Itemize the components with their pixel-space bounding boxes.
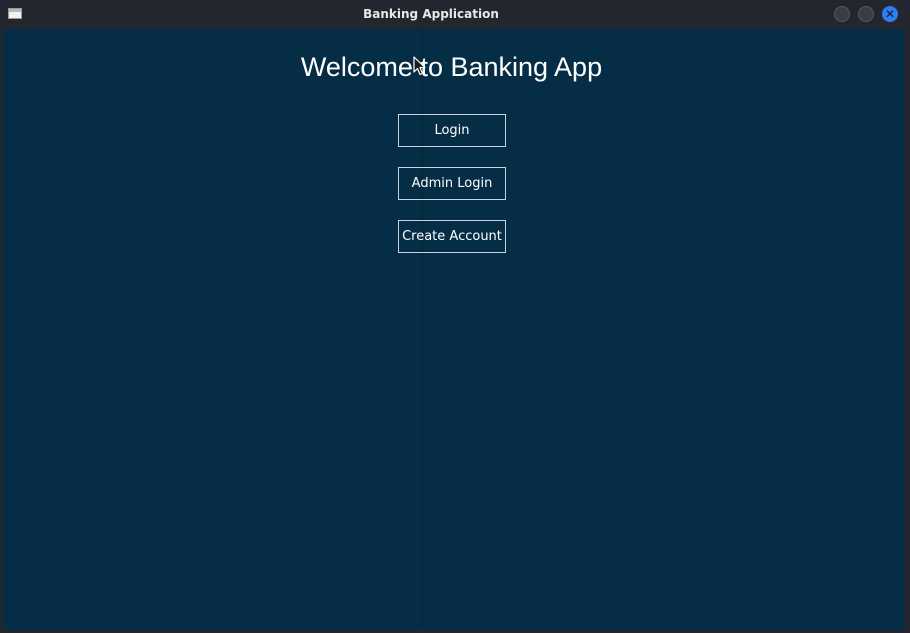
admin-login-button[interactable]: Admin Login xyxy=(398,167,506,200)
login-button[interactable]: Login xyxy=(398,114,506,147)
main-panel: Welcome to Banking App Login Admin Login… xyxy=(3,29,904,630)
maximize-icon[interactable] xyxy=(858,6,874,22)
window-title: Banking Application xyxy=(363,7,499,21)
application-window: Banking Application ✕ Welcome to Banking… xyxy=(0,0,910,633)
mouse-pointer-icon xyxy=(413,56,426,76)
title-bar[interactable]: Banking Application ✕ xyxy=(0,0,910,28)
minimize-icon[interactable] xyxy=(834,6,850,22)
close-icon[interactable]: ✕ xyxy=(882,6,898,22)
create-account-button[interactable]: Create Account xyxy=(398,220,506,253)
welcome-heading: Welcome to Banking App xyxy=(300,52,603,82)
